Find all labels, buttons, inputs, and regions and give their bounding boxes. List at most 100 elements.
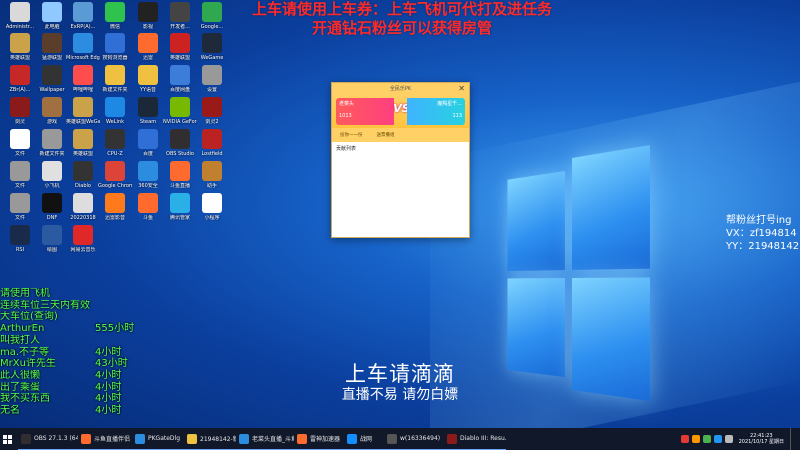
chat-username: 连续车位三天内有效: [0, 299, 90, 311]
right-score: 113: [452, 113, 462, 119]
app-icon: [73, 33, 93, 53]
app-icon: [21, 433, 31, 444]
popup-header[interactable]: 全民乐PK ✕: [332, 83, 469, 95]
desktop-icon-label: ExRP(A)...: [70, 24, 96, 30]
app-icon: [105, 65, 125, 85]
action-button-2[interactable]: 送票撒组: [377, 132, 395, 138]
desktop-icon[interactable]: 小程序: [195, 193, 229, 231]
chat-username: 无名: [0, 405, 20, 417]
taskbar-app-label: PKGateDlg: [148, 435, 181, 442]
desktop-icon-label: 文件: [14, 151, 25, 157]
left-streamer-name: 老菜头: [339, 101, 355, 107]
taskbar: OBS 27.1.3 (64)... 斗鱼直播伴侣 PKGateDlg 2194814…: [0, 428, 800, 450]
desktop-icon-label: 迅雷影音: [104, 215, 125, 221]
windows-icon: [3, 434, 12, 444]
taskbar-app-button[interactable]: Diablo III: Resu...: [444, 428, 506, 450]
desktop-icon-label: 设置: [206, 87, 217, 93]
chat-username: 此人很懒: [0, 369, 40, 381]
desktop-icon-label: 英雄联盟: [9, 55, 30, 61]
app-icon: [73, 225, 93, 245]
taskbar-app-button[interactable]: OBS 27.1.3 (64)...: [18, 428, 78, 450]
desktop-icon-label: YY语音: [139, 87, 157, 93]
taskbar-app-button[interactable]: 老菜头直播_斗鱼...: [236, 428, 294, 450]
chat-value: 4小时: [95, 405, 122, 417]
app-icon: [202, 2, 222, 22]
app-icon: [10, 65, 30, 85]
desktop-icon[interactable]: 腾讯管家: [163, 193, 197, 231]
app-icon: [138, 65, 158, 85]
app-icon: [73, 97, 93, 117]
taskbar-app-button[interactable]: 雷神加速器: [294, 428, 344, 450]
desktop-icon-label: 文件: [14, 215, 25, 221]
show-desktop-button[interactable]: [790, 428, 794, 450]
desktop-icon-label: 360安全: [138, 183, 158, 189]
desktop-icon[interactable]: 迅雷影音: [98, 193, 132, 231]
app-icon: [447, 433, 457, 444]
desktop-icon[interactable]: RSI: [3, 225, 37, 263]
desktop-icon-label: 剑灵2: [205, 119, 219, 125]
chat-username: 我不买东西: [0, 393, 50, 405]
chat-value: 43小时: [95, 358, 128, 370]
tray-app-icon[interactable]: [691, 435, 700, 443]
chat-username: 大车位(查询): [0, 311, 58, 323]
app-icon: [138, 2, 158, 22]
desktop-icon-label: 新建文件夹: [102, 87, 128, 93]
title-line-2: 开通钻石粉丝可以获得房管: [311, 19, 492, 37]
chat-overlay: 请使用飞机 连续车位三天内有效 大车位(查询) ArthurEn 555小时 叫我打人 ma…: [0, 288, 150, 448]
app-icon: [387, 433, 397, 444]
pk-popup-window[interactable]: 全民乐PK ✕ 老菜头 1013 VS 魔羯星千... 113 投你一一份 送票…: [331, 82, 470, 238]
taskbar-app-button[interactable]: 21948142-新版...: [184, 428, 236, 450]
desktop-icon-label: 英雄联盟: [169, 55, 190, 61]
volume-icon[interactable]: [724, 435, 733, 443]
taskbar-app-button[interactable]: 战网: [344, 428, 384, 450]
network-icon[interactable]: [713, 435, 722, 443]
close-icon[interactable]: ✕: [458, 83, 465, 95]
desktop-icon-label: 微信: [109, 24, 120, 30]
chat-username: MrXu许先生: [0, 358, 56, 370]
desktop-icon[interactable]: 斗鱼: [131, 193, 165, 231]
app-icon: [42, 129, 62, 149]
desktop-icon-label: 英雄联盟WeGame: [66, 119, 100, 125]
desktop-icon-label: Google Chrome: [98, 183, 132, 189]
app-icon: [10, 161, 30, 181]
taskbar-app-button[interactable]: PKGateDlg: [132, 428, 184, 450]
contribution-list: 贡献列表: [332, 142, 469, 155]
desktop-icon-label: 小程序: [204, 215, 220, 221]
desktop-icon[interactable]: 绘图: [35, 225, 69, 263]
app-icon: [42, 65, 62, 85]
center-subtitle-overlay: 直播不易 请勿白嫖: [341, 387, 459, 403]
desktop-icon[interactable]: 网易云音乐: [66, 225, 100, 263]
app-icon: [170, 33, 190, 53]
logo-pane: [507, 278, 566, 378]
desktop-icon-label: WeGame: [200, 55, 224, 61]
chat-row: 出了乘蛋 4小时: [0, 382, 150, 394]
start-button[interactable]: [0, 428, 18, 450]
desktop-icon-label: Diablo: [75, 183, 91, 189]
app-icon: [170, 129, 190, 149]
app-icon: [138, 97, 158, 117]
clock[interactable]: 22:41:23 2021/10/17 星期日: [736, 433, 787, 445]
chat-username: 叫我打人: [0, 334, 40, 346]
desktop-icon-label: 此电脑: [44, 24, 60, 30]
app-icon: [73, 193, 93, 213]
chat-username: ma.不子等: [0, 346, 50, 358]
tray-app-icon[interactable]: [702, 435, 711, 443]
clock-date: 2021/10/17 星期日: [738, 439, 784, 445]
taskbar-app-button[interactable]: 斗鱼直播伴侣: [78, 428, 132, 450]
logo-pane: [572, 277, 650, 402]
chat-value: 4小时: [95, 346, 122, 358]
pk-battle-bar: 老菜头 1013 VS 魔羯星千... 113: [332, 95, 469, 128]
taskbar-apps: OBS 27.1.3 (64)... 斗鱼直播伴侣 PKGateDlg 2194814…: [18, 428, 506, 450]
action-button-1[interactable]: 投你一一份: [340, 132, 363, 138]
chat-row: 此人很懒 4小时: [0, 370, 150, 382]
desktop-icon-label: OBS Studio: [166, 151, 194, 157]
chat-value: 4小时: [95, 369, 122, 381]
app-icon: [42, 161, 62, 181]
input-method-icon[interactable]: [680, 435, 689, 443]
desktop-icon-label: 绘图: [46, 247, 57, 253]
app-icon: [202, 129, 222, 149]
taskbar-app-button[interactable]: w(16336494): [384, 428, 444, 450]
chat-row: 大车位(查询): [0, 311, 150, 323]
desktop-icon-label: 助手: [206, 183, 217, 189]
app-icon: [105, 129, 125, 149]
